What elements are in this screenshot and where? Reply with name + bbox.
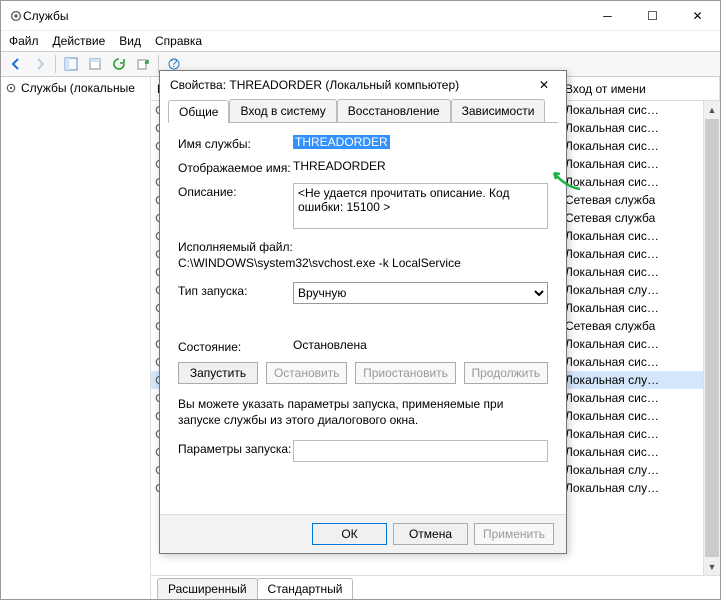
service-logon: Локальная сис… [559, 427, 703, 441]
service-logon: Сетевая служба [559, 211, 703, 225]
label-startup-type: Тип запуска: [178, 282, 293, 298]
service-logon: Локальная сис… [559, 139, 703, 153]
menubar: Файл Действие Вид Справка [1, 31, 720, 51]
service-logon: Локальная сис… [559, 229, 703, 243]
tab-general[interactable]: Общие [168, 100, 229, 123]
tab-recovery[interactable]: Восстановление [337, 99, 451, 122]
properties-dialog: Свойства: THREADORDER (Локальный компьют… [159, 70, 567, 554]
scroll-down-icon[interactable]: ▼ [704, 558, 720, 575]
services-icon [9, 9, 23, 23]
label-status: Состояние: [178, 338, 293, 354]
service-logon: Локальная сис… [559, 409, 703, 423]
startup-params-input[interactable] [293, 440, 548, 462]
service-logon: Сетевая служба [559, 193, 703, 207]
menu-action[interactable]: Действие [53, 34, 106, 48]
toolbar-export-icon[interactable] [132, 53, 154, 75]
service-logon: Локальная сис… [559, 355, 703, 369]
service-logon: Локальная слу… [559, 373, 703, 387]
label-display-name: Отображаемое имя: [178, 159, 293, 175]
value-service-name[interactable]: THREADORDER [293, 135, 390, 149]
dialog-title: Свойства: THREADORDER (Локальный компьют… [170, 78, 532, 92]
forward-button[interactable] [29, 53, 51, 75]
titlebar: Службы ─ ☐ ✕ [1, 1, 720, 31]
value-status: Остановлена [293, 338, 548, 352]
cancel-button[interactable]: Отмена [393, 523, 468, 545]
tab-dependencies[interactable]: Зависимости [451, 99, 546, 122]
back-button[interactable] [5, 53, 27, 75]
service-logon: Локальная сис… [559, 445, 703, 459]
tab-standard[interactable]: Стандартный [257, 578, 354, 599]
service-logon: Локальная сис… [559, 175, 703, 189]
label-exe: Исполняемый файл: [178, 240, 548, 254]
close-button[interactable]: ✕ [675, 1, 720, 31]
service-logon: Локальная сис… [559, 391, 703, 405]
service-logon: Локальная сис… [559, 337, 703, 351]
menu-help[interactable]: Справка [155, 34, 202, 48]
start-button[interactable]: Запустить [178, 362, 258, 384]
value-display-name: THREADORDER [293, 159, 548, 173]
label-description: Описание: [178, 183, 293, 199]
window-title: Службы [23, 9, 585, 23]
toolbar-refresh-icon[interactable] [108, 53, 130, 75]
service-logon: Локальная слу… [559, 463, 703, 477]
tree-pane: Службы (локальные [1, 77, 151, 599]
pause-button: Приостановить [355, 362, 455, 384]
label-params: Параметры запуска: [178, 440, 293, 456]
startup-type-select[interactable]: Вручную [293, 282, 548, 304]
scroll-thumb[interactable] [705, 119, 719, 557]
svg-text:?: ? [171, 57, 178, 70]
service-logon: Локальная сис… [559, 157, 703, 171]
menu-file[interactable]: Файл [9, 34, 39, 48]
column-logon[interactable]: Вход от имени [559, 77, 720, 100]
tree-root-label: Службы (локальные [21, 81, 135, 95]
service-logon: Локальная сис… [559, 301, 703, 315]
value-description[interactable]: <Не удается прочитать описание. Код ошиб… [293, 183, 548, 229]
service-logon: Локальная сис… [559, 103, 703, 117]
service-logon: Локальная слу… [559, 283, 703, 297]
service-logon: Локальная сис… [559, 121, 703, 135]
maximize-button[interactable]: ☐ [630, 1, 675, 31]
label-service-name: Имя службы: [178, 135, 293, 151]
tab-extended[interactable]: Расширенный [157, 578, 258, 599]
service-logon: Локальная сис… [559, 247, 703, 261]
view-tabs: Расширенный Стандартный [151, 575, 720, 599]
minimize-button[interactable]: ─ [585, 1, 630, 31]
service-logon: Локальная слу… [559, 481, 703, 495]
toolbar-properties-icon[interactable] [84, 53, 106, 75]
value-exe: C:\WINDOWS\system32\svchost.exe -k Local… [178, 256, 548, 270]
dialog-close-button[interactable]: ✕ [532, 73, 556, 97]
service-logon: Локальная сис… [559, 265, 703, 279]
resume-button: Продолжить [464, 362, 548, 384]
tree-root[interactable]: Службы (локальные [5, 81, 146, 95]
apply-button: Применить [474, 523, 554, 545]
stop-button: Остановить [266, 362, 347, 384]
tab-logon[interactable]: Вход в систему [229, 99, 336, 122]
scroll-up-icon[interactable]: ▲ [704, 101, 720, 118]
service-logon: Сетевая служба [559, 319, 703, 333]
menu-view[interactable]: Вид [119, 34, 141, 48]
toolbar-details-icon[interactable] [60, 53, 82, 75]
startup-hint: Вы можете указать параметры запуска, при… [178, 396, 548, 428]
ok-button[interactable]: ОК [312, 523, 387, 545]
gear-icon [5, 82, 17, 94]
scrollbar[interactable]: ▲ ▼ [703, 101, 720, 575]
